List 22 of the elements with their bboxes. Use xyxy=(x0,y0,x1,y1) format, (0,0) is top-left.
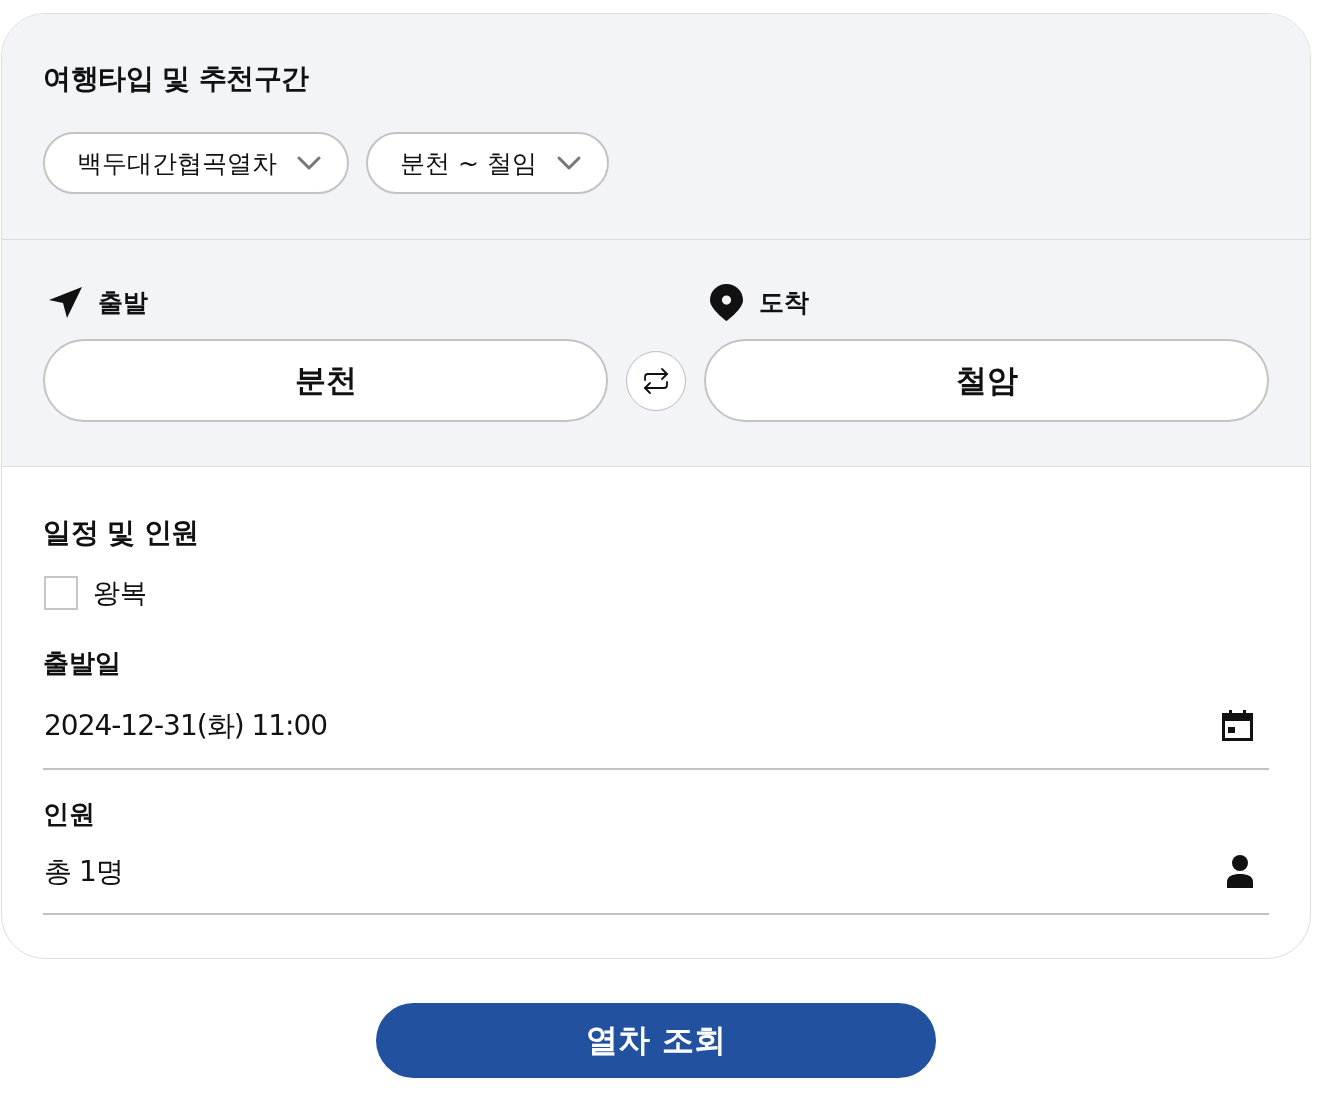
section-title: 일정 및 인원 xyxy=(43,516,200,550)
passenger-field[interactable]: 총 1명 xyxy=(43,830,1269,915)
dropdown-select[interactable]: 분천 ~ 철임 xyxy=(366,132,609,194)
field-label: 인원 xyxy=(43,798,96,830)
arrival-station-button[interactable]: 철암 xyxy=(704,339,1269,422)
navigation-arrow-icon xyxy=(49,286,82,318)
section-title: 여행타입 및 추천구간 xyxy=(43,62,310,96)
chevron-down-icon xyxy=(297,156,321,170)
departure-station-button[interactable]: 분천 xyxy=(43,339,608,422)
calendar-icon xyxy=(1222,710,1253,741)
search-trains-button[interactable]: 열차 조회 xyxy=(376,1003,936,1078)
field-label: 출발일 xyxy=(43,647,122,679)
swap-arrows-icon xyxy=(642,366,670,395)
chevron-down-icon xyxy=(556,156,581,170)
checkbox[interactable] xyxy=(44,576,78,610)
person-icon xyxy=(1227,855,1253,888)
location-pin-icon xyxy=(710,283,743,321)
dropdown-select[interactable]: 백두대간협곡열차 xyxy=(43,132,349,194)
departure-label: 출발 xyxy=(98,286,148,319)
arrival-label: 도착 xyxy=(759,286,809,319)
round-trip-label: 왕복 xyxy=(93,576,147,610)
date-field[interactable]: 2024-12-31(화) 11:00 xyxy=(43,679,1269,770)
